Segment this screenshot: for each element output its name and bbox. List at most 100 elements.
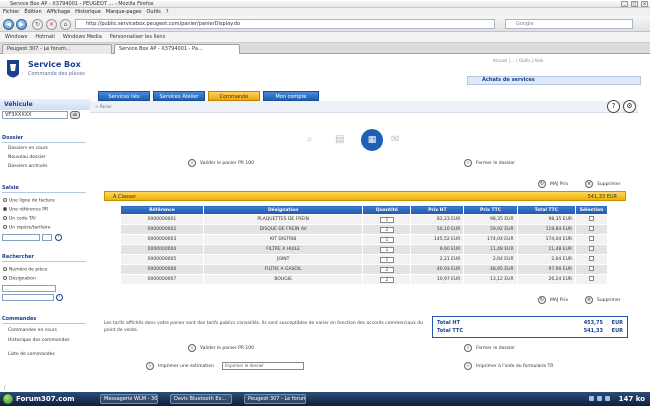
quantity-input[interactable]: 1 (379, 216, 394, 223)
imprimer-estimation-link[interactable]: › Imprimer une estimation (146, 362, 214, 370)
selection-checkbox[interactable] (589, 216, 595, 221)
bookmark-item[interactable]: Personnaliser les liens (110, 34, 165, 40)
fermer-dossier-link[interactable]: › Fermer le dossier (464, 159, 515, 167)
close-window-button[interactable]: × (641, 1, 648, 7)
supprimer-button-bottom[interactable]: × Supprimer (585, 296, 621, 304)
cell-total-ttc: 11,48 EUR (516, 244, 577, 255)
saisie-radio-reference[interactable]: Une référence PR (3, 207, 48, 213)
quantity-input[interactable]: 2 (379, 226, 394, 233)
quantity-input[interactable]: 1 (379, 256, 394, 263)
supprimer-button[interactable]: × Supprimer (585, 180, 621, 188)
maximize-button[interactable]: □ (631, 1, 638, 7)
search-input[interactable]: Google (505, 19, 633, 29)
maj-prix-button-bottom[interactable]: ↻ MAJ Prix (538, 296, 568, 304)
taskbar-item[interactable]: Messagerie WLM - 307... (100, 394, 158, 404)
recherche-input[interactable] (2, 294, 54, 301)
menu-marque-pages[interactable]: Marque-pages (106, 9, 142, 15)
selection-checkbox[interactable] (589, 276, 595, 281)
saisie-radio-repere[interactable]: Un repère/tarifaire (3, 225, 51, 231)
cell-prix-ht: 2,21 EUR (410, 254, 465, 265)
home-icon[interactable]: ⌂ (60, 19, 71, 30)
recherche-select[interactable]: ... (2, 285, 56, 292)
stop-icon[interactable]: × (46, 19, 57, 30)
vin-go-button[interactable]: ok (70, 111, 80, 119)
tab-services-atelier[interactable]: Services Atelier (153, 91, 205, 101)
browser-tab[interactable]: Peugeot 307 - Le forum... (2, 44, 112, 54)
recherche-radio-designation[interactable]: Désignation (3, 276, 36, 282)
minimize-button[interactable]: _ (621, 1, 628, 7)
achats-services-button[interactable]: Achats de services (467, 76, 641, 85)
cell-total-ttc: 119,84 EUR (516, 224, 577, 235)
sidebar-item-dossiers-archives[interactable]: Dossiers archivés (8, 164, 47, 169)
sidebar-item-dossiers-en-cours[interactable]: Dossiers en cours (8, 146, 48, 151)
breadcrumb[interactable]: > Panier (95, 104, 112, 109)
quantity-input[interactable]: 2 (379, 266, 394, 273)
quantity-input[interactable]: 1 (379, 246, 394, 253)
total-ttc-row: Total TTC 541,33 EUR (437, 328, 623, 334)
step-cart-icon[interactable]: ▦ (361, 129, 383, 151)
taskbar-item[interactable]: Devis Bluetooth Ex... (170, 394, 232, 404)
menu-edition[interactable]: Édition (24, 9, 41, 15)
valider-panier-link[interactable]: ‹ Valider le panier PR 100 (188, 159, 254, 167)
panel-title[interactable]: À Classer (113, 194, 136, 200)
taskbar-item[interactable]: Peugeot 307 - Le forum (244, 394, 306, 404)
chevron-left-icon: ‹ (188, 159, 196, 167)
selection-checkbox[interactable] (589, 236, 595, 241)
bookmark-item[interactable]: Hotmail (35, 34, 55, 40)
browser-tab-active[interactable]: Service Box AP - X3794001 - Pa... (114, 44, 240, 54)
selection-checkbox[interactable] (589, 246, 595, 251)
step-document-icon[interactable]: ▤ (335, 134, 344, 145)
cell-prix-ttc: 174,04 EUR (463, 234, 518, 245)
sidebar-item-historique-commandes[interactable]: Historique des commandes (8, 338, 69, 343)
selection-checkbox[interactable] (589, 256, 595, 261)
top-links[interactable]: Accueil | ... | Outils | Aide (493, 58, 543, 63)
step-mail-icon[interactable]: ✉ (391, 134, 399, 145)
recherche-ok-icon[interactable]: › (56, 294, 63, 301)
back-icon[interactable]: ◀ (3, 19, 14, 30)
cell-prix-ttc: 98,35 EUR (463, 214, 518, 225)
cell-reference: 0000000007 (120, 274, 204, 285)
imprimer-formulaire-link[interactable]: › Imprimer à l'aide du formulaire TR (464, 362, 553, 370)
saisie-input-2[interactable] (42, 234, 52, 241)
sidebar-item-liste-commandes[interactable]: Liste de commandes (8, 352, 55, 357)
maj-prix-button[interactable]: ↻ MAJ Prix (538, 180, 568, 188)
bookmarks-toolbar: Windows Hotmail Windows Media Personnali… (0, 32, 650, 43)
table-row: 0000000003 KIT DISTRIB 1 145,52 EUR 174,… (120, 234, 608, 245)
sidebar-item-nouveau-dossier[interactable]: Nouveau dossier (8, 155, 46, 160)
selection-checkbox[interactable] (589, 226, 595, 231)
menu-fichier[interactable]: Fichier (3, 9, 19, 15)
quantity-input[interactable]: 1 (379, 236, 394, 243)
saisie-input[interactable] (2, 234, 40, 241)
saisie-radio-code[interactable]: Un code TAI (3, 216, 36, 222)
saisie-ok-icon[interactable]: › (55, 234, 62, 241)
menu-outils[interactable]: Outils (146, 9, 160, 15)
brand-subtitle: Commande des pièces (28, 71, 85, 77)
selection-checkbox[interactable] (589, 266, 595, 271)
fermer-dossier-link-bottom[interactable]: › Fermer le dossier (464, 344, 515, 352)
vin-input[interactable]: VF3XXXXX (2, 111, 68, 119)
tab-commande[interactable]: Commande (208, 91, 260, 101)
recherche-radio-piece[interactable]: Numéro de pièce (3, 267, 47, 273)
step-search-icon[interactable]: ⌕ (307, 134, 313, 145)
address-bar[interactable]: http://public.servicebox.peugeot.com/pan… (75, 19, 495, 29)
settings-icon[interactable]: ⚙ (623, 100, 636, 113)
reload-icon[interactable]: ↻ (32, 19, 43, 30)
menu-aide[interactable]: ? (166, 9, 169, 15)
start-button[interactable] (2, 393, 14, 405)
forward-icon[interactable]: ▶ (16, 19, 27, 30)
sidebar-item-commandes-en-cours[interactable]: Commandes en cours (8, 328, 57, 333)
items-table: Référence Désignation Quantité Prix HT P… (120, 205, 608, 285)
imprimer-select[interactable]: Imprimer le dossier (222, 362, 304, 370)
tab-mon-compte[interactable]: Mon compte (263, 91, 319, 101)
menu-affichage[interactable]: Affichage (47, 9, 71, 15)
cell-prix-ht: 82,23 EUR (410, 214, 465, 225)
taskbar: Forum307.com Messagerie WLM - 307... Dev… (0, 392, 650, 406)
menu-historique[interactable]: Historique (75, 9, 101, 15)
bookmark-item[interactable]: Windows (5, 34, 27, 40)
help-icon[interactable]: ? (607, 100, 620, 113)
quantity-input[interactable]: 2 (379, 276, 394, 283)
valider-panier-link-bottom[interactable]: ‹ Valider le panier PR 100 (188, 344, 254, 352)
tab-services-lies[interactable]: Services liés (98, 91, 150, 101)
saisie-radio-facture[interactable]: Une ligne de facture (3, 198, 55, 204)
bookmark-item[interactable]: Windows Media (63, 34, 102, 40)
